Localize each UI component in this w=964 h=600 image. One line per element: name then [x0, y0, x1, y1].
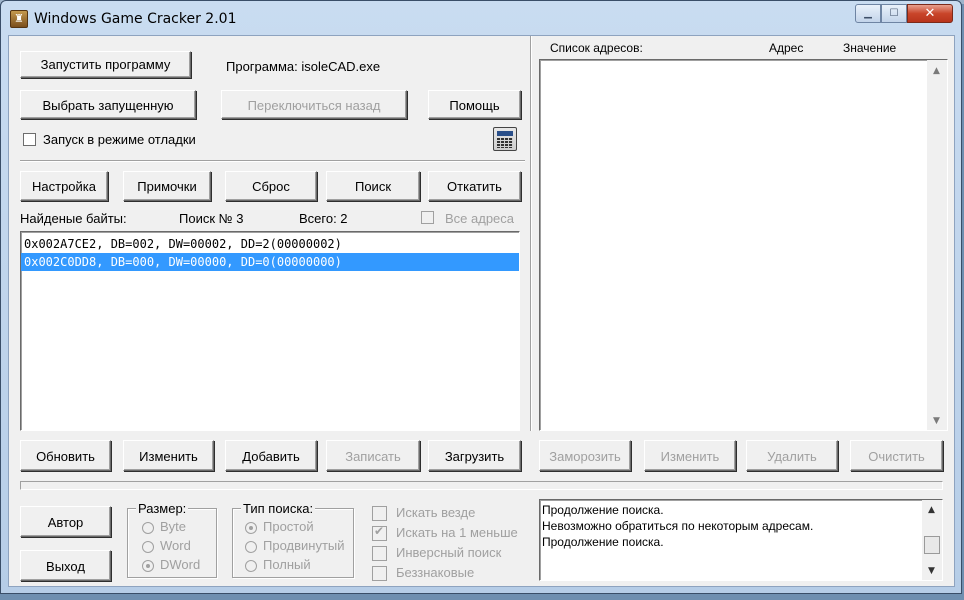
program-name: isoleCAD.exe — [301, 59, 381, 74]
clear-button[interactable]: Очистить — [850, 440, 943, 471]
maximize-icon: ☐ — [889, 8, 899, 19]
address-list-scrollbar[interactable]: ▲ ▼ — [927, 60, 947, 430]
minimize-button[interactable]: ▁ — [855, 4, 881, 23]
log-line: Продолжение поиска. — [542, 535, 664, 549]
vertical-divider — [530, 36, 532, 431]
size-group: Размер: Byte Word DWord — [127, 501, 217, 578]
scroll-thumb[interactable] — [924, 536, 940, 554]
write-button[interactable]: Записать — [326, 440, 420, 471]
scroll-up-icon[interactable]: ▲ — [928, 505, 935, 515]
list-item-selected[interactable]: 0x002C0DD8, DB=000, DW=00000, DD=0(00000… — [21, 253, 519, 271]
address-list[interactable]: ▲ ▼ — [539, 59, 948, 431]
add-button[interactable]: Добавить — [225, 440, 317, 471]
search-button[interactable]: Поиск — [326, 171, 420, 201]
log-line: Продолжение поиска. — [542, 503, 664, 517]
switch-back-button[interactable]: Переключиться назад — [221, 90, 407, 119]
exit-button[interactable]: Выход — [20, 550, 111, 581]
radio-advanced[interactable] — [245, 541, 257, 553]
help-button[interactable]: Помощь — [428, 90, 521, 119]
column-header-value[interactable]: Значение — [843, 41, 896, 55]
rollback-button[interactable]: Откатить — [428, 171, 521, 201]
window-title: Windows Game Cracker 2.01 — [34, 11, 237, 27]
search-type-group: Тип поиска: Простой Продвинутый Полный — [232, 501, 354, 578]
found-bytes-label: Найденые байты: — [20, 211, 127, 226]
address-list-title: Список адресов: — [550, 41, 643, 55]
divider — [20, 160, 525, 162]
inverse-search-checkbox[interactable] — [372, 546, 387, 561]
search-everywhere-label: Искать везде — [396, 505, 476, 520]
radio-byte[interactable] — [142, 522, 154, 534]
unsigned-label: Беззнаковые — [396, 565, 475, 580]
search-type-group-title: Тип поиска: — [241, 501, 316, 516]
progress-bar — [20, 481, 943, 490]
app-window: ♜ Windows Game Cracker 2.01 ▁ ☐ ✕ Запуст… — [0, 0, 962, 594]
all-addresses-label: Все адреса — [445, 211, 515, 226]
refresh-button[interactable]: Обновить — [20, 440, 111, 471]
radio-dword[interactable] — [142, 560, 154, 572]
close-button[interactable]: ✕ — [907, 4, 953, 23]
minimize-icon: ▁ — [864, 8, 872, 19]
freeze-button[interactable]: Заморозить — [539, 440, 631, 471]
total-count: Всего: 2 — [299, 211, 348, 226]
size-group-title: Размер: — [136, 501, 189, 516]
radio-advanced-label: Продвинутый — [263, 538, 345, 553]
unsigned-checkbox[interactable] — [372, 566, 387, 581]
debug-mode-checkbox[interactable] — [23, 133, 36, 146]
search-number: Поиск № 3 — [179, 211, 244, 226]
radio-dword-label: DWord — [160, 557, 201, 572]
client-area: Запустить программу Программа: isoleCAD.… — [8, 35, 955, 587]
scroll-down-icon[interactable]: ▼ — [928, 566, 935, 576]
search-one-less-checkbox[interactable]: ✔ — [372, 524, 387, 541]
address-change-button[interactable]: Изменить — [644, 440, 736, 471]
calculator-icon[interactable] — [493, 127, 517, 151]
notes-button[interactable]: Примочки — [123, 171, 211, 201]
radio-simple[interactable] — [245, 522, 257, 534]
found-bytes-list[interactable]: 0x002A7CE2, DB=002, DW=00002, DD=2(00000… — [20, 231, 520, 431]
all-addresses-checkbox[interactable] — [421, 211, 434, 224]
title-bar[interactable]: ♜ Windows Game Cracker 2.01 ▁ ☐ ✕ — [1, 1, 961, 35]
log-line: Невозможно обратиться по некоторым адрес… — [542, 519, 814, 533]
search-one-less-label: Искать на 1 меньше — [396, 525, 518, 540]
program-label: Программа: — [226, 59, 298, 74]
debug-mode-label: Запуск в режиме отладки — [43, 132, 196, 147]
log-scrollbar[interactable]: ▲ ▼ — [922, 500, 942, 580]
delete-button[interactable]: Удалить — [746, 440, 838, 471]
maximize-button[interactable]: ☐ — [881, 4, 907, 23]
radio-word-label: Word — [160, 538, 191, 553]
list-item[interactable]: 0x002A7CE2, DB=002, DW=00002, DD=2(00000… — [21, 235, 519, 253]
settings-button[interactable]: Настройка — [20, 171, 108, 201]
checkmark-icon: ✔ — [374, 524, 385, 538]
radio-byte-label: Byte — [160, 519, 187, 534]
radio-simple-label: Простой — [263, 519, 314, 534]
select-running-button[interactable]: Выбрать запущенную — [20, 90, 196, 119]
author-button[interactable]: Автор — [20, 506, 111, 537]
column-header-address[interactable]: Адрес — [769, 41, 803, 55]
change-button[interactable]: Изменить — [123, 440, 214, 471]
radio-full-label: Полный — [263, 557, 311, 572]
radio-full[interactable] — [245, 560, 257, 572]
inverse-search-label: Инверсный поиск — [396, 545, 502, 560]
scroll-up-icon[interactable]: ▲ — [933, 66, 940, 76]
radio-word[interactable] — [142, 541, 154, 553]
app-logo-icon: ♜ — [10, 10, 28, 28]
search-everywhere-checkbox[interactable] — [372, 506, 387, 521]
load-button[interactable]: Загрузить — [428, 440, 521, 471]
reset-button[interactable]: Сброс — [225, 171, 317, 201]
scroll-down-icon[interactable]: ▼ — [933, 416, 940, 426]
status-log[interactable]: Продолжение поиска. Невозможно обратитьс… — [539, 499, 943, 581]
close-icon: ✕ — [924, 6, 936, 21]
run-program-button[interactable]: Запустить программу — [20, 51, 191, 78]
